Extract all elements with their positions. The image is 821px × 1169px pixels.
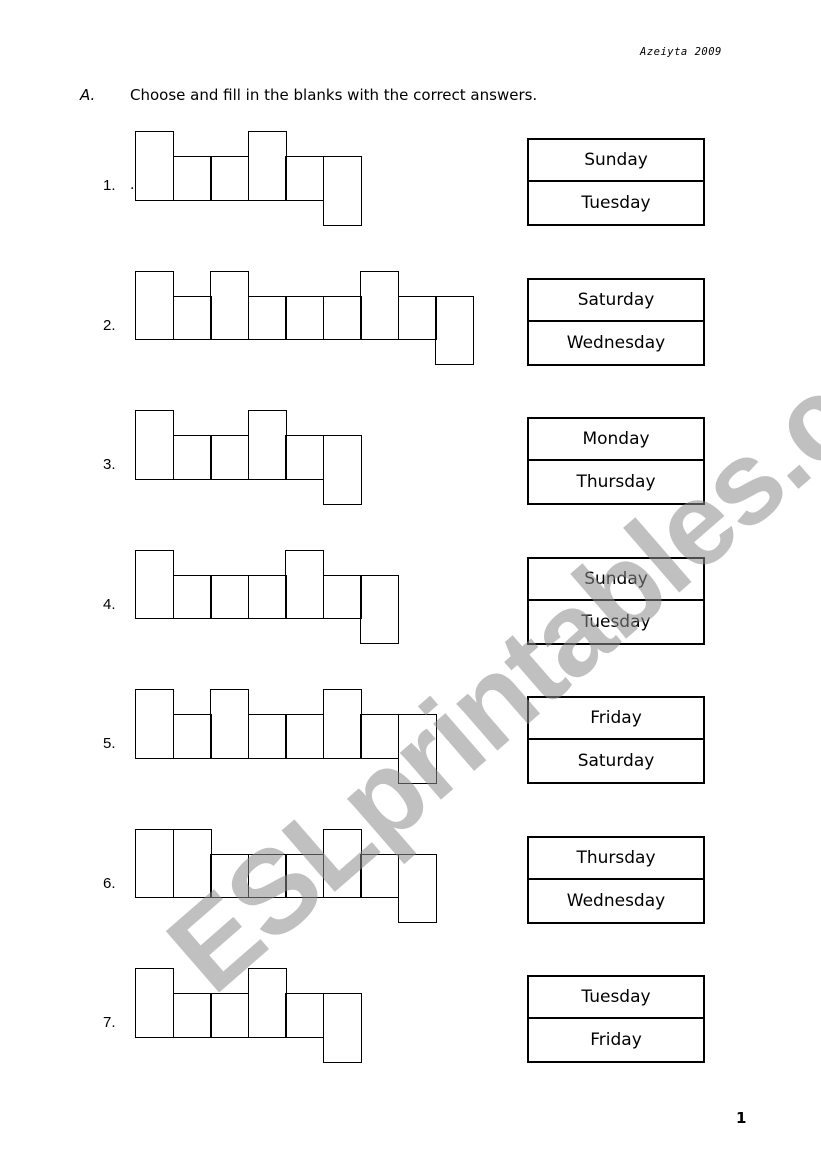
- answer-options: Saturday Wednesday: [527, 277, 705, 366]
- letter-box[interactable]: [435, 295, 475, 365]
- exercise-number: 2.: [103, 316, 116, 334]
- answer-option[interactable]: Saturday: [529, 280, 703, 322]
- instructions: Choose and fill in the blanks with the c…: [130, 86, 538, 104]
- exercise-number: 5.: [103, 735, 116, 752]
- letter-box[interactable]: [397, 853, 437, 923]
- exercise-item: 3. Monday Thursday: [0, 410, 821, 510]
- letter-box[interactable]: [135, 131, 175, 201]
- letter-box[interactable]: [322, 689, 362, 759]
- letter-box[interactable]: [210, 574, 250, 619]
- letter-box[interactable]: [322, 993, 362, 1063]
- exercise-number: 6.: [103, 874, 116, 892]
- letter-box[interactable]: [322, 435, 362, 505]
- answer-option[interactable]: Tuesday: [529, 182, 703, 224]
- letter-box[interactable]: [135, 410, 175, 480]
- answer-option[interactable]: Thursday: [529, 838, 703, 880]
- letter-box[interactable]: [360, 270, 400, 340]
- letter-box[interactable]: [397, 295, 437, 340]
- answer-options: Thursday Wednesday: [527, 835, 705, 924]
- answer-options: Tuesday Friday: [527, 975, 705, 1063]
- author-credit: Azeiyta 2009: [640, 46, 722, 58]
- letter-box[interactable]: [285, 435, 325, 480]
- letter-box[interactable]: [135, 968, 175, 1038]
- answer-options: Monday Thursday: [527, 417, 705, 505]
- exercise-item: 7. Tuesday Friday: [0, 968, 821, 1068]
- letter-box[interactable]: [247, 295, 287, 340]
- answer-option[interactable]: Tuesday: [529, 601, 703, 643]
- letter-box[interactable]: [360, 714, 400, 759]
- letter-box[interactable]: [247, 853, 287, 898]
- answer-options: Sunday Tuesday: [527, 556, 705, 645]
- letter-box[interactable]: [172, 828, 212, 898]
- exercise-item: 4. Sunday Tuesday: [0, 549, 821, 650]
- letter-box[interactable]: [172, 295, 212, 340]
- answer-option[interactable]: Sunday: [529, 140, 703, 182]
- letter-box[interactable]: [210, 689, 250, 759]
- letter-box[interactable]: [285, 993, 325, 1038]
- letter-box[interactable]: [247, 714, 287, 759]
- exercise-item: 1.. Sunday Tuesday: [0, 131, 821, 231]
- letter-box[interactable]: [285, 295, 325, 340]
- answer-option[interactable]: Wednesday: [529, 322, 703, 364]
- letter-box[interactable]: [172, 993, 212, 1038]
- letter-box[interactable]: [247, 410, 287, 480]
- answer-options: Sunday Tuesday: [527, 138, 705, 226]
- section-letter: A.: [80, 86, 96, 104]
- letter-box[interactable]: [397, 714, 437, 784]
- exercise-number: 4.: [103, 595, 116, 613]
- exercise-item: 2. Saturday Wednesday: [0, 270, 821, 371]
- exercise-number: 1.: [103, 177, 116, 194]
- exercise-number: 7.: [103, 1014, 116, 1031]
- letter-box[interactable]: [135, 828, 175, 898]
- letter-box[interactable]: [322, 828, 362, 898]
- letter-box[interactable]: [247, 131, 287, 201]
- letter-box[interactable]: [210, 435, 250, 480]
- answer-option[interactable]: Sunday: [529, 559, 703, 601]
- page-number: 1: [736, 1109, 747, 1127]
- letter-box[interactable]: [322, 574, 362, 619]
- answer-option[interactable]: Saturday: [529, 740, 703, 782]
- letter-box[interactable]: [360, 853, 400, 898]
- letter-box[interactable]: [360, 574, 400, 644]
- answer-option[interactable]: Friday: [529, 1019, 703, 1061]
- letter-box[interactable]: [285, 714, 325, 759]
- answer-option[interactable]: Monday: [529, 419, 703, 461]
- letter-box[interactable]: [322, 295, 362, 340]
- letter-box[interactable]: [210, 853, 250, 898]
- answer-options: Friday Saturday: [527, 696, 705, 784]
- answer-option[interactable]: Wednesday: [529, 880, 703, 922]
- letter-box[interactable]: [172, 156, 212, 201]
- exercise-number: 3.: [103, 456, 116, 473]
- letter-box[interactable]: [172, 574, 212, 619]
- answer-option[interactable]: Tuesday: [529, 977, 703, 1019]
- letter-box[interactable]: [210, 270, 250, 340]
- exercise-item: 6. Thursday Wednesday: [0, 828, 821, 929]
- letter-box[interactable]: [172, 435, 212, 480]
- letter-box[interactable]: [285, 549, 325, 619]
- letter-box[interactable]: [285, 853, 325, 898]
- letter-box[interactable]: [285, 156, 325, 201]
- letter-box[interactable]: [247, 574, 287, 619]
- letter-box[interactable]: [322, 156, 362, 226]
- letter-box[interactable]: [135, 270, 175, 340]
- letter-box[interactable]: [247, 968, 287, 1038]
- letter-box[interactable]: [210, 993, 250, 1038]
- exercise-item: 5. Friday Saturday: [0, 689, 821, 789]
- letter-box[interactable]: [172, 714, 212, 759]
- letter-box[interactable]: [135, 549, 175, 619]
- answer-option[interactable]: Thursday: [529, 461, 703, 503]
- letter-box[interactable]: [210, 156, 250, 201]
- answer-option[interactable]: Friday: [529, 698, 703, 740]
- letter-box[interactable]: [135, 689, 175, 759]
- stray-mark: .: [130, 177, 135, 193]
